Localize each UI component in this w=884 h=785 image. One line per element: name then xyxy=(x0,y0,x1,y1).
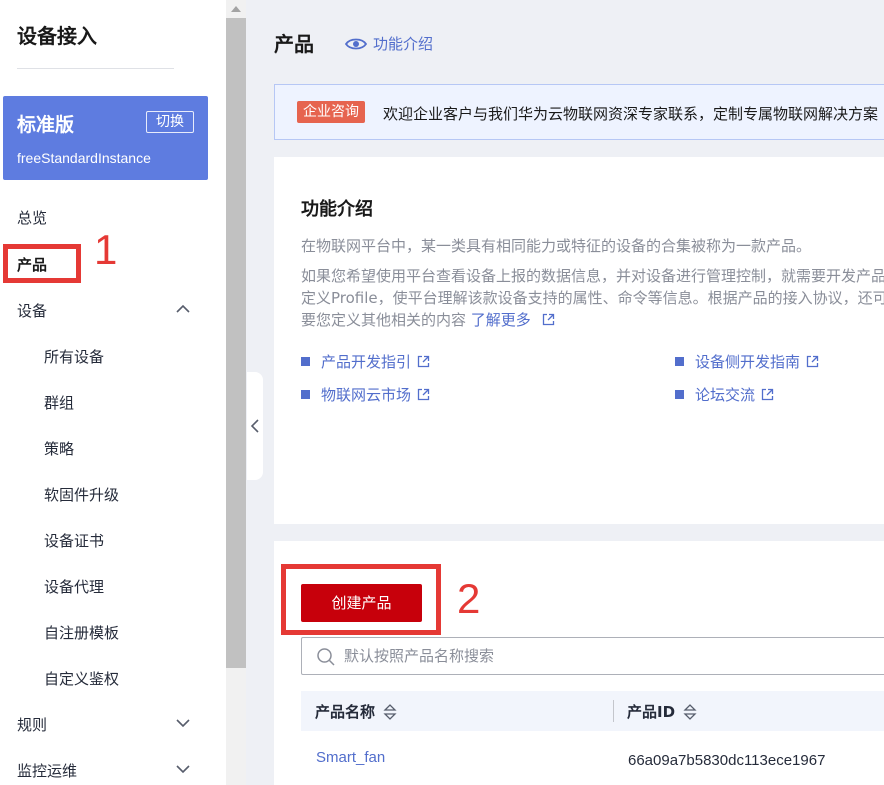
enterprise-notice-banner: 企业咨询 欢迎企业客户与我们华为云物联网资深专家联系，定制专属物联网解决方案 xyxy=(274,84,884,140)
column-header-product-id[interactable]: 产品ID xyxy=(627,701,697,722)
feature-intro-detail-line3-text: 要您定义其他相关的内容 xyxy=(301,311,467,329)
external-link-icon xyxy=(417,355,430,368)
page-title: 产品 xyxy=(274,32,314,56)
notice-tag: 企业咨询 xyxy=(297,101,365,123)
sort-icon[interactable] xyxy=(683,703,697,721)
link-label: 设备侧开发指南 xyxy=(695,353,801,371)
chevron-up-icon[interactable] xyxy=(175,301,191,317)
link-forum[interactable]: 论坛交流 xyxy=(675,384,774,405)
sidebar-item-overview[interactable]: 总览 xyxy=(17,207,47,228)
link-iot-marketplace[interactable]: 物联网云市场 xyxy=(301,384,430,405)
sidebar-sub-custom-auth[interactable]: 自定义鉴权 xyxy=(44,668,119,689)
eye-icon xyxy=(345,38,367,49)
column-label: 产品ID xyxy=(627,703,676,721)
column-header-product-name[interactable]: 产品名称 xyxy=(315,701,397,722)
edition-name: 标准版 xyxy=(17,114,75,136)
link-label: 物联网云市场 xyxy=(321,386,412,404)
scroll-up-arrow-icon[interactable] xyxy=(226,0,246,18)
external-link-icon xyxy=(761,388,774,401)
product-name-link[interactable]: Smart_fan xyxy=(316,749,385,766)
column-divider xyxy=(613,700,614,722)
sidebar-divider xyxy=(17,68,174,69)
app-root: 设备接入 标准版 切换 freeStandardInstance 总览 产品 设… xyxy=(0,0,884,785)
link-label: 产品开发指引 xyxy=(321,353,412,371)
feature-intro-link-label: 功能介绍 xyxy=(373,35,434,53)
sidebar: 设备接入 标准版 切换 freeStandardInstance 总览 产品 设… xyxy=(0,0,226,785)
annotation-box-products xyxy=(3,244,81,283)
link-product-dev-guide[interactable]: 产品开发指引 xyxy=(301,351,430,372)
feature-intro-title: 功能介绍 xyxy=(301,199,373,220)
link-label: 论坛交流 xyxy=(695,386,756,404)
sidebar-sub-proxy[interactable]: 设备代理 xyxy=(44,576,104,597)
product-search-input[interactable] xyxy=(344,642,884,670)
edition-switch-button[interactable]: 切换 xyxy=(146,111,194,133)
feature-intro-detail-line2: 定义Profile，使平台理解该款设备支持的属性、命令等信息。根据产品的接入协议… xyxy=(301,289,884,307)
edition-instance: freeStandardInstance xyxy=(17,150,151,166)
sidebar-sub-certificates[interactable]: 设备证书 xyxy=(44,530,104,551)
sidebar-sub-registration-template[interactable]: 自注册模板 xyxy=(44,622,119,643)
sidebar-sub-all-devices[interactable]: 所有设备 xyxy=(44,346,104,367)
learn-more-link[interactable]: 了解更多 xyxy=(471,311,531,329)
notice-text: 欢迎企业客户与我们华为云物联网资深专家联系，定制专属物联网解决方案 xyxy=(383,105,879,123)
feature-intro-detail-line3: 要您定义其他相关的内容 了解更多 xyxy=(301,309,884,331)
bullet-marker xyxy=(675,357,684,366)
feature-intro-desc: 在物联网平台中，某一类具有相同能力或特征的设备的合集被称为一款产品。 xyxy=(301,237,812,255)
sidebar-item-devices[interactable]: 设备 xyxy=(17,300,47,321)
external-link-icon xyxy=(542,313,554,326)
product-search-box[interactable] xyxy=(301,637,884,675)
sidebar-scrollbar-thumb[interactable] xyxy=(226,18,246,668)
external-link-icon xyxy=(806,355,819,368)
sidebar-sub-policies[interactable]: 策略 xyxy=(44,438,74,459)
feature-intro-card: 功能介绍 在物联网平台中，某一类具有相同能力或特征的设备的合集被称为一款产品。 … xyxy=(274,157,884,524)
external-link-icon xyxy=(417,388,430,401)
sidebar-item-monitoring[interactable]: 监控运维 xyxy=(17,760,77,781)
chevron-down-icon[interactable] xyxy=(175,761,191,777)
sidebar-sub-groups[interactable]: 群组 xyxy=(44,392,74,413)
annotation-number-2: 2 xyxy=(457,575,481,622)
sidebar-sub-firmware[interactable]: 软固件升级 xyxy=(44,484,119,505)
sort-icon[interactable] xyxy=(383,703,397,721)
feature-intro-detail: 如果您希望使用平台查看设备上报的数据信息，并对设备进行管理控制，就需要开发产品模… xyxy=(301,265,884,331)
bullet-marker xyxy=(301,357,310,366)
chevron-down-icon[interactable] xyxy=(175,715,191,731)
sidebar-collapse-toggle[interactable] xyxy=(247,372,263,480)
product-id-cell: 66a09a7b5830dc113ece1967 xyxy=(628,752,826,769)
column-label: 产品名称 xyxy=(315,703,376,721)
sidebar-title: 设备接入 xyxy=(17,24,97,48)
edition-card: 标准版 切换 freeStandardInstance xyxy=(3,96,208,180)
bullet-marker xyxy=(675,390,684,399)
feature-intro-link[interactable]: 功能介绍 xyxy=(345,33,433,54)
search-icon xyxy=(317,648,335,666)
sidebar-item-rules[interactable]: 规则 xyxy=(17,714,47,735)
product-table-header: 产品名称 产品ID xyxy=(301,691,884,731)
feature-intro-detail-line1: 如果您希望使用平台查看设备上报的数据信息，并对设备进行管理控制，就需要开发产品模… xyxy=(301,267,884,285)
annotation-number-1: 1 xyxy=(94,226,118,273)
link-device-dev-guide[interactable]: 设备侧开发指南 xyxy=(675,351,819,372)
annotation-box-create xyxy=(281,564,441,635)
bullet-marker xyxy=(301,390,310,399)
chevron-left-icon xyxy=(250,419,259,433)
